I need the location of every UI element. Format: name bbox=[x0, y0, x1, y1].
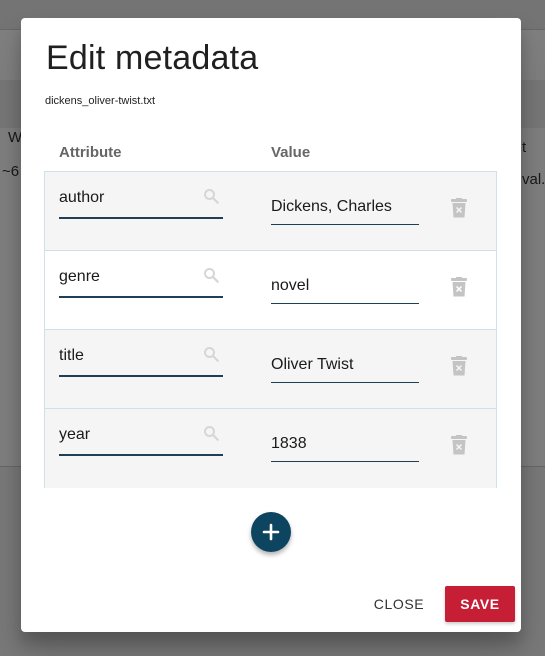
value-input[interactable]: Dickens, Charles bbox=[271, 172, 419, 225]
search-icon[interactable] bbox=[202, 424, 220, 442]
trash-icon[interactable] bbox=[450, 277, 468, 297]
attribute-input[interactable]: title bbox=[59, 330, 223, 377]
search-icon[interactable] bbox=[202, 345, 220, 363]
value-input[interactable]: novel bbox=[271, 251, 419, 304]
attribute-value: author bbox=[59, 189, 105, 206]
attribute-value: title bbox=[59, 347, 84, 364]
value-text: 1838 bbox=[271, 435, 307, 452]
plus-icon bbox=[262, 523, 280, 541]
dialog-title: Edit metadata bbox=[46, 39, 259, 77]
metadata-table: author Dickens, Charles genre novel titl… bbox=[44, 171, 497, 488]
attribute-input[interactable]: year bbox=[59, 409, 223, 456]
value-text: Oliver Twist bbox=[271, 356, 354, 373]
value-input[interactable]: 1838 bbox=[271, 409, 419, 462]
search-icon[interactable] bbox=[202, 266, 220, 284]
value-input[interactable]: Oliver Twist bbox=[271, 330, 419, 383]
close-button[interactable]: CLOSE bbox=[361, 586, 437, 622]
trash-icon[interactable] bbox=[450, 198, 468, 218]
attribute-input[interactable]: author bbox=[59, 172, 223, 219]
value-column-header: Value bbox=[271, 144, 311, 161]
trash-icon[interactable] bbox=[450, 435, 468, 455]
attribute-input[interactable]: genre bbox=[59, 251, 223, 298]
metadata-row: year 1838 bbox=[45, 409, 496, 488]
attribute-column-header: Attribute bbox=[59, 144, 122, 161]
attribute-value: genre bbox=[59, 268, 100, 285]
trash-icon[interactable] bbox=[450, 356, 468, 376]
add-row-button[interactable] bbox=[251, 512, 291, 552]
metadata-row: genre novel bbox=[45, 251, 496, 330]
metadata-row: author Dickens, Charles bbox=[45, 172, 496, 251]
metadata-row: title Oliver Twist bbox=[45, 330, 496, 409]
search-icon[interactable] bbox=[202, 187, 220, 205]
value-text: Dickens, Charles bbox=[271, 198, 392, 215]
file-name: dickens_oliver-twist.txt bbox=[45, 95, 156, 107]
value-text: novel bbox=[271, 277, 310, 294]
attribute-value: year bbox=[59, 426, 91, 443]
edit-metadata-dialog: Edit metadata dickens_oliver-twist.txt A… bbox=[21, 18, 521, 632]
save-button[interactable]: SAVE bbox=[445, 586, 515, 622]
